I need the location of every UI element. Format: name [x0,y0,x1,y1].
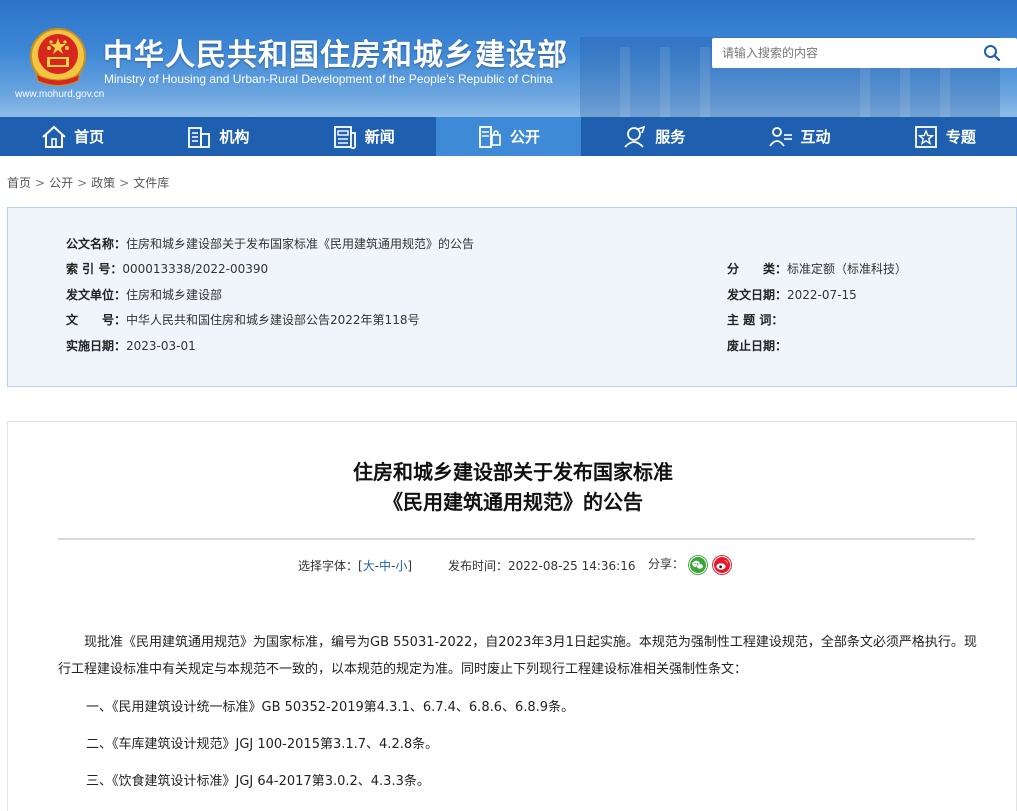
home-icon [42,125,66,148]
font-size-selector: 选择字体：[大-中-小] [298,557,412,574]
breadcrumb-library[interactable]: 文件库 [133,176,169,190]
font-small-link[interactable]: 小 [395,559,407,573]
weibo-icon[interactable] [712,555,732,575]
breadcrumb: 首页 > 公开 > 政策 > 文件库 [7,174,169,191]
main-nav: 首页 机构 新闻 公开 服务 互动 专题 [0,117,1017,156]
wechat-icon[interactable] [688,555,708,575]
nav-label: 专题 [945,128,976,146]
nav-label: 互动 [800,128,831,146]
info-label: 发文日期： [727,288,788,302]
nav-item-organization[interactable]: 机构 [145,117,290,156]
interaction-icon [768,126,792,147]
title-divider [58,538,975,540]
banner-column [620,47,630,117]
nav-item-home[interactable]: 首页 [0,117,145,156]
info-index: 索 引 号：000013338/2022-00390 [66,260,268,277]
info-label: 主 题 词： [727,313,784,327]
site-url: www.mohurd.gov.cn [15,89,105,100]
info-label: 公文名称： [66,237,127,251]
nav-item-topics[interactable]: 专题 [872,117,1017,156]
publish-time-value: 2022-08-25 14:36:16 [508,559,636,573]
font-bracket: ] [407,559,413,573]
publish-time: 发布时间：2022-08-25 14:36:16 [448,557,635,574]
nav-item-news[interactable]: 新闻 [291,117,436,156]
document-icon [479,125,501,148]
info-label: 实施日期： [66,339,127,353]
site-title: 中华人民共和国住房和城乡建设部 [103,38,568,73]
info-value: 中华人民共和国住房和城乡建设部公告2022年第118号 [126,313,420,327]
search-input[interactable] [722,43,972,63]
list-item: 二、《车库建筑设计规范》JGJ 100-2015第3.1.7、4.2.8条。 [86,737,439,752]
star-icon [914,125,937,148]
info-expiry-date: 废止日期： [727,337,787,354]
nav-item-interaction[interactable]: 互动 [726,117,871,156]
search-box [712,38,1017,68]
banner-column [660,47,670,117]
breadcrumb-separator: > [119,176,130,190]
info-doc-number: 文 号：中华人民共和国住房和城乡建设部公告2022年第118号 [66,311,419,328]
nav-label: 机构 [219,128,250,146]
article-paragraph: 现批准《民用建筑通用规范》为国家标准，编号为GB 55031-2022，自202… [58,635,977,677]
info-value: 住房和城乡建设部 [126,288,223,302]
font-medium-link[interactable]: 中 [379,559,391,573]
info-effective-date: 实施日期：2023-03-01 [66,337,196,354]
info-label: 索 引 号： [66,262,123,276]
breadcrumb-separator: > [35,176,46,190]
article-title-line1: 住房和城乡建设部关于发布国家标准 [353,460,673,484]
publish-time-label: 发布时间： [448,559,509,573]
search-icon[interactable] [983,44,1001,62]
info-value: 000013338/2022-00390 [122,262,269,276]
share-label: 分享： [648,557,685,571]
info-category: 分 类：标准定额（标准科技） [727,260,907,277]
info-label: 废止日期： [727,339,788,353]
info-value: 标准定额（标准科技） [787,262,908,276]
font-large-link[interactable]: 大 [363,559,375,573]
breadcrumb-policy[interactable]: 政策 [91,176,115,190]
national-emblem-icon [30,28,86,86]
banner-column [700,47,710,117]
font-size-label: 选择字体：[ [298,559,363,573]
info-doc-name: 公文名称：住房和城乡建设部关于发布国家标准《民用建筑通用规范》的公告 [66,235,474,252]
nav-item-service[interactable]: 服务 [581,117,726,156]
nav-label: 公开 [509,128,540,146]
info-label: 文 号： [66,313,127,327]
nav-label: 首页 [74,128,105,146]
list-item: 三、《饮食建筑设计标准》JGJ 64-2017第3.0.2、4.3.3条。 [86,774,430,789]
newspaper-icon [333,125,356,149]
nav-label: 服务 [655,128,686,146]
article-title-line2: 《民用建筑通用规范》的公告 [383,490,643,514]
header-banner: www.mohurd.gov.cn 中华人民共和国住房和城乡建设部 Minist… [0,0,1017,117]
info-label: 分 类： [727,262,788,276]
nav-item-public[interactable]: 公开 [435,117,582,156]
document-info-box: 公文名称：住房和城乡建设部关于发布国家标准《民用建筑通用规范》的公告 索 引 号… [7,207,1017,387]
info-value: 2022-07-15 [787,288,857,302]
site-subtitle: Ministry of Housing and Urban-Rural Deve… [104,72,553,86]
service-icon [624,125,646,148]
info-label: 发文单位： [66,288,127,302]
info-value: 住房和城乡建设部关于发布国家标准《民用建筑通用规范》的公告 [126,237,475,251]
breadcrumb-separator: > [77,176,88,190]
info-issue-date: 发文日期：2022-07-15 [727,286,857,303]
article: 住房和城乡建设部关于发布国家标准 《民用建筑通用规范》的公告 选择字体：[大-中… [7,421,1017,811]
breadcrumb-home[interactable]: 首页 [7,176,31,190]
info-issuer: 发文单位：住房和城乡建设部 [66,286,222,303]
building-icon [188,126,211,148]
info-subject: 主 题 词： [727,311,783,328]
info-value: 2023-03-01 [126,339,196,353]
breadcrumb-public[interactable]: 公开 [49,176,73,190]
list-item: 一、《民用建筑设计统一标准》GB 50352-2019第4.3.1、6.7.4、… [86,700,575,715]
nav-label: 新闻 [364,128,395,146]
